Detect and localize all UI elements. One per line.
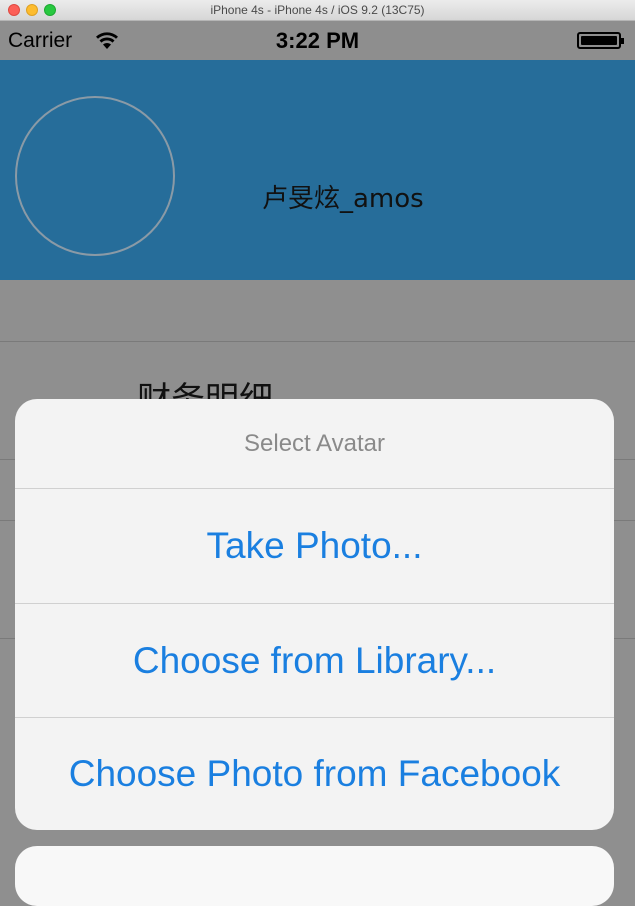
take-photo-button[interactable]: Take Photo... bbox=[15, 489, 614, 603]
battery-level bbox=[581, 36, 617, 45]
username-label: 卢旻炫_amos bbox=[262, 184, 424, 214]
profile-header: 卢旻炫_amos bbox=[0, 60, 635, 280]
window-title-bar: iPhone 4s - iPhone 4s / iOS 9.2 (13C75) bbox=[0, 0, 635, 21]
cancel-button[interactable] bbox=[15, 846, 614, 906]
action-sheet: Select Avatar Take Photo... Choose from … bbox=[15, 399, 614, 830]
choose-photo-from-facebook-button[interactable]: Choose Photo from Facebook bbox=[15, 717, 614, 830]
status-bar: Carrier 3:22 PM bbox=[0, 21, 635, 60]
battery-icon bbox=[577, 32, 624, 49]
avatar[interactable] bbox=[15, 96, 175, 256]
row-divider bbox=[0, 341, 635, 342]
status-time: 3:22 PM bbox=[275, 28, 360, 53]
action-sheet-title: Select Avatar bbox=[244, 430, 385, 457]
choose-from-library-button[interactable]: Choose from Library... bbox=[15, 604, 614, 718]
window-title: iPhone 4s - iPhone 4s / iOS 9.2 (13C75) bbox=[210, 3, 425, 17]
